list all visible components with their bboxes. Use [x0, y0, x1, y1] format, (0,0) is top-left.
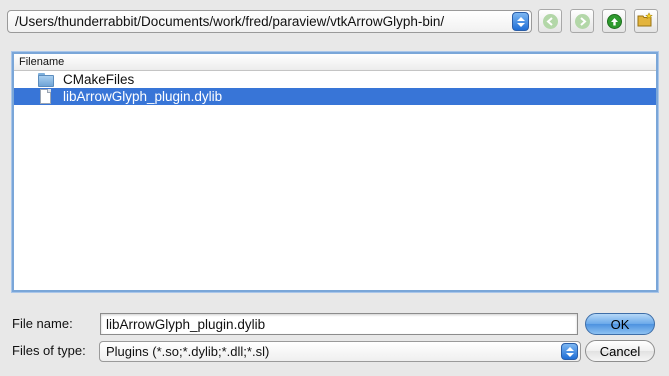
file-list[interactable]: Filename CMakeFiles libArrowGlyph_plugin…	[12, 52, 658, 292]
list-item[interactable]: CMakeFiles	[14, 71, 656, 88]
combo-stepper-icon[interactable]	[561, 343, 578, 360]
new-folder-button[interactable]	[634, 9, 658, 33]
directory-path: /Users/thunderrabbit/Documents/work/fred…	[15, 14, 445, 29]
combo-stepper-icon[interactable]	[512, 12, 529, 31]
directory-combo[interactable]: /Users/thunderrabbit/Documents/work/fred…	[7, 10, 532, 33]
new-folder-icon	[637, 11, 655, 31]
file-name-input[interactable]	[100, 313, 578, 335]
ok-button[interactable]: OK	[585, 313, 655, 335]
forward-arrow-icon	[574, 13, 590, 29]
file-type-select[interactable]: Plugins (*.so;*.dylib;*.dll;*.sl)	[99, 341, 581, 362]
cancel-button[interactable]: Cancel	[585, 340, 655, 362]
list-item-label: libArrowGlyph_plugin.dylib	[63, 89, 223, 104]
folder-icon	[38, 72, 54, 87]
list-item-label: CMakeFiles	[63, 72, 135, 87]
file-type-value: Plugins (*.so;*.dylib;*.dll;*.sl)	[106, 344, 270, 359]
file-type-label: Files of type:	[12, 343, 86, 358]
back-arrow-icon	[542, 13, 558, 29]
forward-button[interactable]	[570, 9, 594, 33]
list-item[interactable]: libArrowGlyph_plugin.dylib	[14, 88, 656, 105]
column-header-filename[interactable]: Filename	[14, 54, 656, 71]
file-name-label: File name:	[12, 316, 73, 331]
back-button[interactable]	[538, 9, 562, 33]
up-directory-button[interactable]	[602, 9, 626, 33]
up-arrow-icon	[606, 13, 622, 29]
document-icon	[38, 88, 54, 104]
